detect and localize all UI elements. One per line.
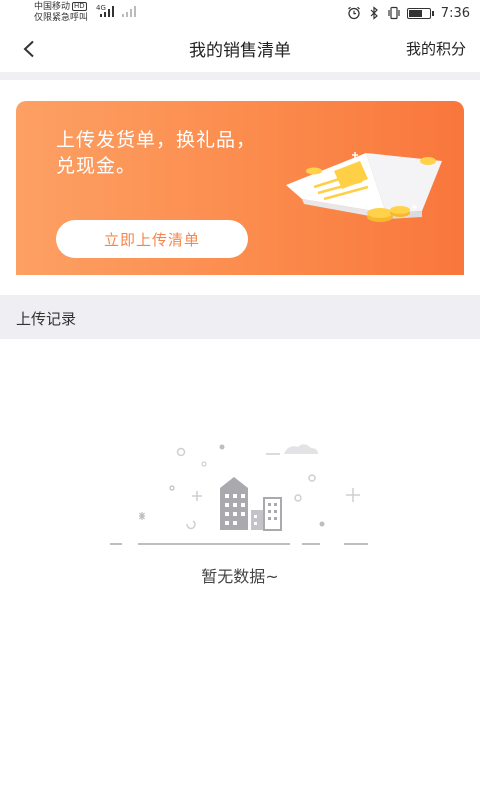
signal-icon: [100, 5, 118, 17]
upload-list-button[interactable]: 立即上传清单: [56, 220, 248, 258]
banner-line-2: 兑现金。: [56, 155, 137, 177]
carrier-name: 中国移动: [34, 2, 71, 12]
banner-text: 上传发货单，换礼品， 兑现金。: [56, 127, 256, 179]
alarm-icon: [347, 6, 360, 20]
status-bar: 中国移动 HD 仅限紧急呼叫 4G 7:36: [0, 0, 480, 26]
divider: [0, 72, 480, 80]
status-icons: 7:36: [347, 4, 470, 22]
bluetooth-icon: [370, 6, 378, 20]
carrier-info: 中国移动 HD 仅限紧急呼叫: [34, 2, 88, 24]
section-title: 上传记录: [16, 310, 77, 328]
banner-line-1: 上传发货单，换礼品，: [56, 129, 257, 151]
upload-banner: 上传发货单，换礼品， 兑现金。 立即上传清单: [16, 101, 464, 275]
invoice-coins-illustration: [286, 152, 442, 222]
signal-icon-2: [122, 5, 138, 17]
empty-message: 暂无数据~: [201, 567, 279, 586]
battery-icon: [406, 7, 434, 19]
clock: 7:36: [440, 5, 470, 21]
carrier-status: 仅限紧急呼叫: [34, 13, 89, 23]
empty-city-icon: [110, 444, 368, 545]
hd-badge: HD: [72, 2, 87, 11]
nav-bar: 我的销售清单 我的积分: [0, 26, 480, 72]
my-points-link[interactable]: 我的积分: [406, 38, 466, 59]
vibrate-icon: [388, 6, 400, 20]
section-header: 上传记录: [0, 295, 480, 339]
